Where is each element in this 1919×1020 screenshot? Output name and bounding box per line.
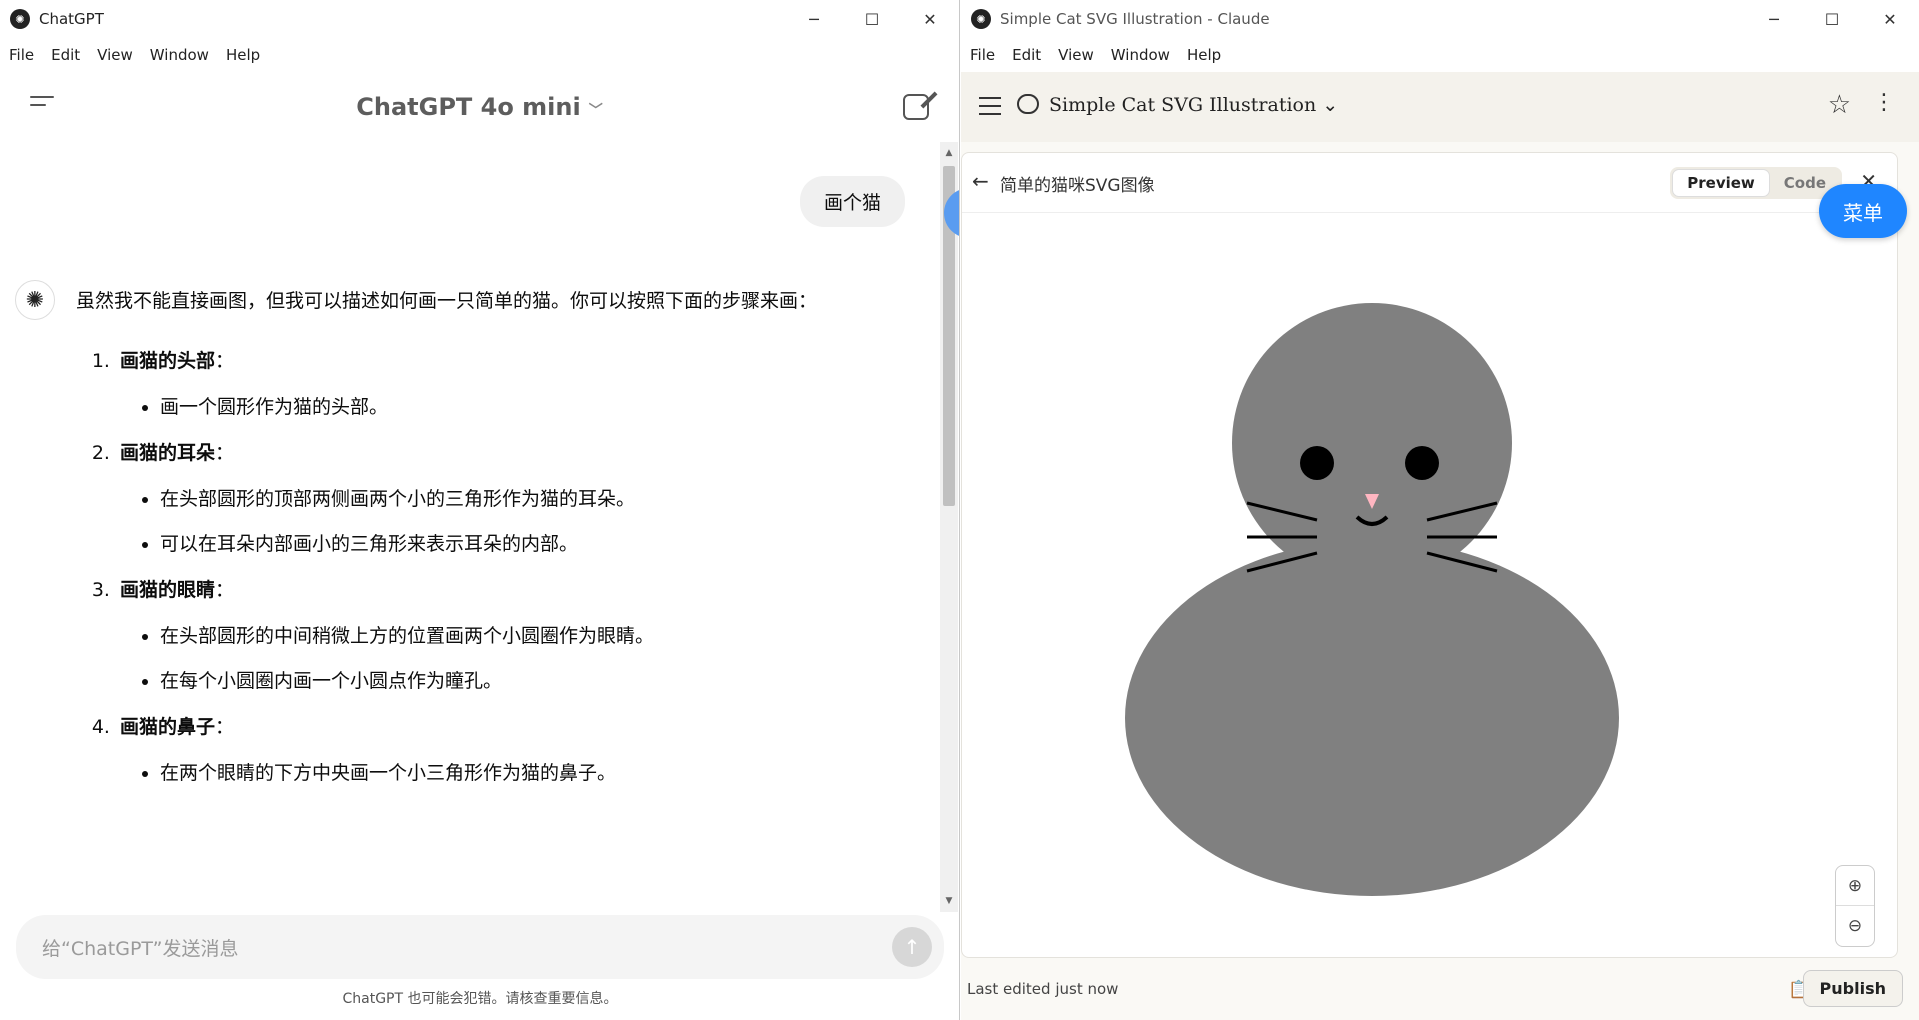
maximize-button[interactable]: ☐ [843, 0, 901, 38]
bullet-item: 可以在耳朵内部画小的三角形来表示耳朵的内部。 [160, 530, 896, 558]
sidebar-toggle-icon[interactable] [30, 96, 54, 116]
artifact-panel: ← 简单的猫咪SVG图像 Preview Code ✕ ⊕ ⊖ [961, 152, 1898, 958]
cat-eye-right [1405, 446, 1439, 480]
chevron-down-icon: ⌄ [1322, 94, 1339, 116]
publish-button[interactable]: Publish [1802, 970, 1903, 1007]
close-button[interactable]: ✕ [901, 0, 959, 38]
assistant-intro: 虽然我不能直接画图，但我可以描述如何画一只简单的猫。你可以按照下面的步骤来画： [76, 290, 818, 312]
new-chat-icon[interactable] [903, 94, 929, 120]
menu-help[interactable]: Help [1187, 46, 1221, 64]
cat-illustration [1125, 303, 1619, 896]
menu-help[interactable]: Help [226, 46, 260, 64]
step-item: 画猫的鼻子： 在两个眼睛的下方中央画一个小三角形作为猫的鼻子。 [116, 713, 896, 787]
model-selector[interactable]: ChatGPT 4o mini ﹀ [356, 93, 602, 121]
window-title: Simple Cat SVG Illustration - Claude [1000, 10, 1270, 28]
chat-header: ChatGPT 4o mini ﹀ [0, 72, 959, 142]
assistant-message: 虽然我不能直接画图，但我可以描述如何画一只简单的猫。你可以按照下面的步骤来画： … [76, 287, 896, 805]
menu-bar: File Edit View Window Help [0, 38, 959, 72]
cat-eye-left [1300, 446, 1334, 480]
menu-window[interactable]: Window [1111, 46, 1170, 64]
user-message: 画个猫 [799, 176, 905, 227]
menu-edit[interactable]: Edit [51, 46, 80, 64]
chevron-down-icon: ﹀ [588, 103, 603, 119]
conversation-title[interactable]: Simple Cat SVG Illustration ⌄ [1049, 94, 1338, 116]
last-edited: Last edited just now [967, 980, 1119, 998]
step-item: 画猫的眼睛： 在头部圆形的中间稍微上方的位置画两个小圆圈作为眼睛。在每个小圆圈内画… [116, 576, 896, 695]
app-logo-icon: ✺ [971, 9, 991, 29]
step-bullets: 在头部圆形的中间稍微上方的位置画两个小圆圈作为眼睛。在每个小圆圈内画一个小圆点作… [160, 622, 896, 695]
step-title: 画猫的鼻子 [120, 716, 216, 738]
openai-avatar-icon: ✺ [15, 280, 55, 320]
bullet-item: 在头部圆形的顶部两侧画两个小的三角形作为猫的耳朵。 [160, 485, 896, 513]
cat-head [1232, 303, 1512, 583]
conversation: 画个猫 ✺ 虽然我不能直接画图，但我可以描述如何画一只简单的猫。你可以按照下面的… [0, 142, 940, 912]
step-item: 画猫的头部： 画一个圆形作为猫的头部。 [116, 347, 896, 421]
claude-window: ✺ Simple Cat SVG Illustration - Claude ─… [961, 0, 1919, 1020]
step-title: 画猫的头部 [120, 350, 216, 372]
star-icon[interactable]: ☆ [1828, 90, 1851, 120]
disclaimer: ChatGPT 也可能会犯错。请核查重要信息。 [342, 991, 618, 1007]
menu-window[interactable]: Window [150, 46, 209, 64]
minimize-button[interactable]: ─ [1745, 0, 1803, 38]
cat-body [1125, 540, 1619, 896]
minimize-button[interactable]: ─ [785, 0, 843, 38]
bullet-item: 在头部圆形的中间稍微上方的位置画两个小圆圈作为眼睛。 [160, 622, 896, 650]
step-item: 画猫的耳朵： 在头部圆形的顶部两侧画两个小的三角形作为猫的耳朵。可以在耳朵内部画小… [116, 439, 896, 558]
zoom-out-icon[interactable]: ⊖ [1836, 906, 1874, 946]
title-bar: ✺ ChatGPT ─ ☐ ✕ [0, 0, 959, 38]
menu-view[interactable]: View [1058, 46, 1094, 64]
menu-file[interactable]: File [970, 46, 995, 64]
more-icon[interactable]: ⋮ [1873, 90, 1895, 115]
menu-icon[interactable] [979, 97, 1001, 121]
send-button[interactable]: ↑ [892, 927, 932, 967]
step-title: 画猫的耳朵 [120, 442, 216, 464]
menu-file[interactable]: File [9, 46, 34, 64]
chatgpt-window: ✺ ChatGPT ─ ☐ ✕ File Edit View Window Help… [0, 0, 960, 1020]
bullet-item: 在两个眼睛的下方中央画一个小三角形作为猫的鼻子。 [160, 759, 896, 787]
step-colon: ： [215, 442, 235, 464]
steps-list: 画猫的头部：画一个圆形作为猫的头部。画猫的耳朵：在头部圆形的顶部两侧画两个小的三… [116, 347, 896, 787]
close-button[interactable]: ✕ [1861, 0, 1919, 38]
artifact-header: ← 简单的猫咪SVG图像 Preview Code ✕ [962, 153, 1897, 213]
step-bullets: 画一个圆形作为猫的头部。 [160, 393, 896, 421]
maximize-button[interactable]: ☐ [1803, 0, 1861, 38]
step-bullets: 在两个眼睛的下方中央画一个小三角形作为猫的鼻子。 [160, 759, 896, 787]
menu-bar: File Edit View Window Help [961, 38, 1919, 72]
chat-bubble-icon [1017, 94, 1039, 114]
view-toggle: Preview Code [1670, 167, 1842, 199]
floating-menu-button[interactable]: 菜单 [1819, 184, 1907, 238]
step-colon: ： [215, 579, 235, 601]
zoom-in-icon[interactable]: ⊕ [1836, 866, 1874, 906]
artifact-footer: Last edited just now 📋⤓ Publish [961, 958, 1919, 1020]
step-colon: ： [215, 350, 235, 372]
menu-view[interactable]: View [97, 46, 133, 64]
zoom-controls: ⊕ ⊖ [1835, 865, 1875, 947]
preview-tab[interactable]: Preview [1672, 169, 1770, 197]
step-bullets: 在头部圆形的顶部两侧画两个小的三角形作为猫的耳朵。可以在耳朵内部画小的三角形来表… [160, 485, 896, 558]
menu-edit[interactable]: Edit [1012, 46, 1041, 64]
artifact-title: 简单的猫咪SVG图像 [1000, 176, 1155, 196]
conversation-header: Simple Cat SVG Illustration ⌄ ☆ ⋮ [961, 72, 1919, 142]
chatgpt-logo-icon: ✺ [10, 9, 30, 29]
window-title: ChatGPT [39, 10, 104, 28]
step-title: 画猫的眼睛 [120, 579, 216, 601]
back-arrow-icon[interactable]: ← [972, 169, 989, 193]
scrollbar[interactable]: ▲ ▼ [940, 142, 958, 912]
message-input[interactable]: 给“ChatGPT”发送消息 ↑ [16, 915, 944, 979]
step-colon: ： [215, 716, 235, 738]
title-bar: ✺ Simple Cat SVG Illustration - Claude ─… [961, 0, 1919, 38]
bullet-item: 画一个圆形作为猫的头部。 [160, 393, 896, 421]
bullet-item: 在每个小圆圈内画一个小圆点作为瞳孔。 [160, 667, 896, 695]
